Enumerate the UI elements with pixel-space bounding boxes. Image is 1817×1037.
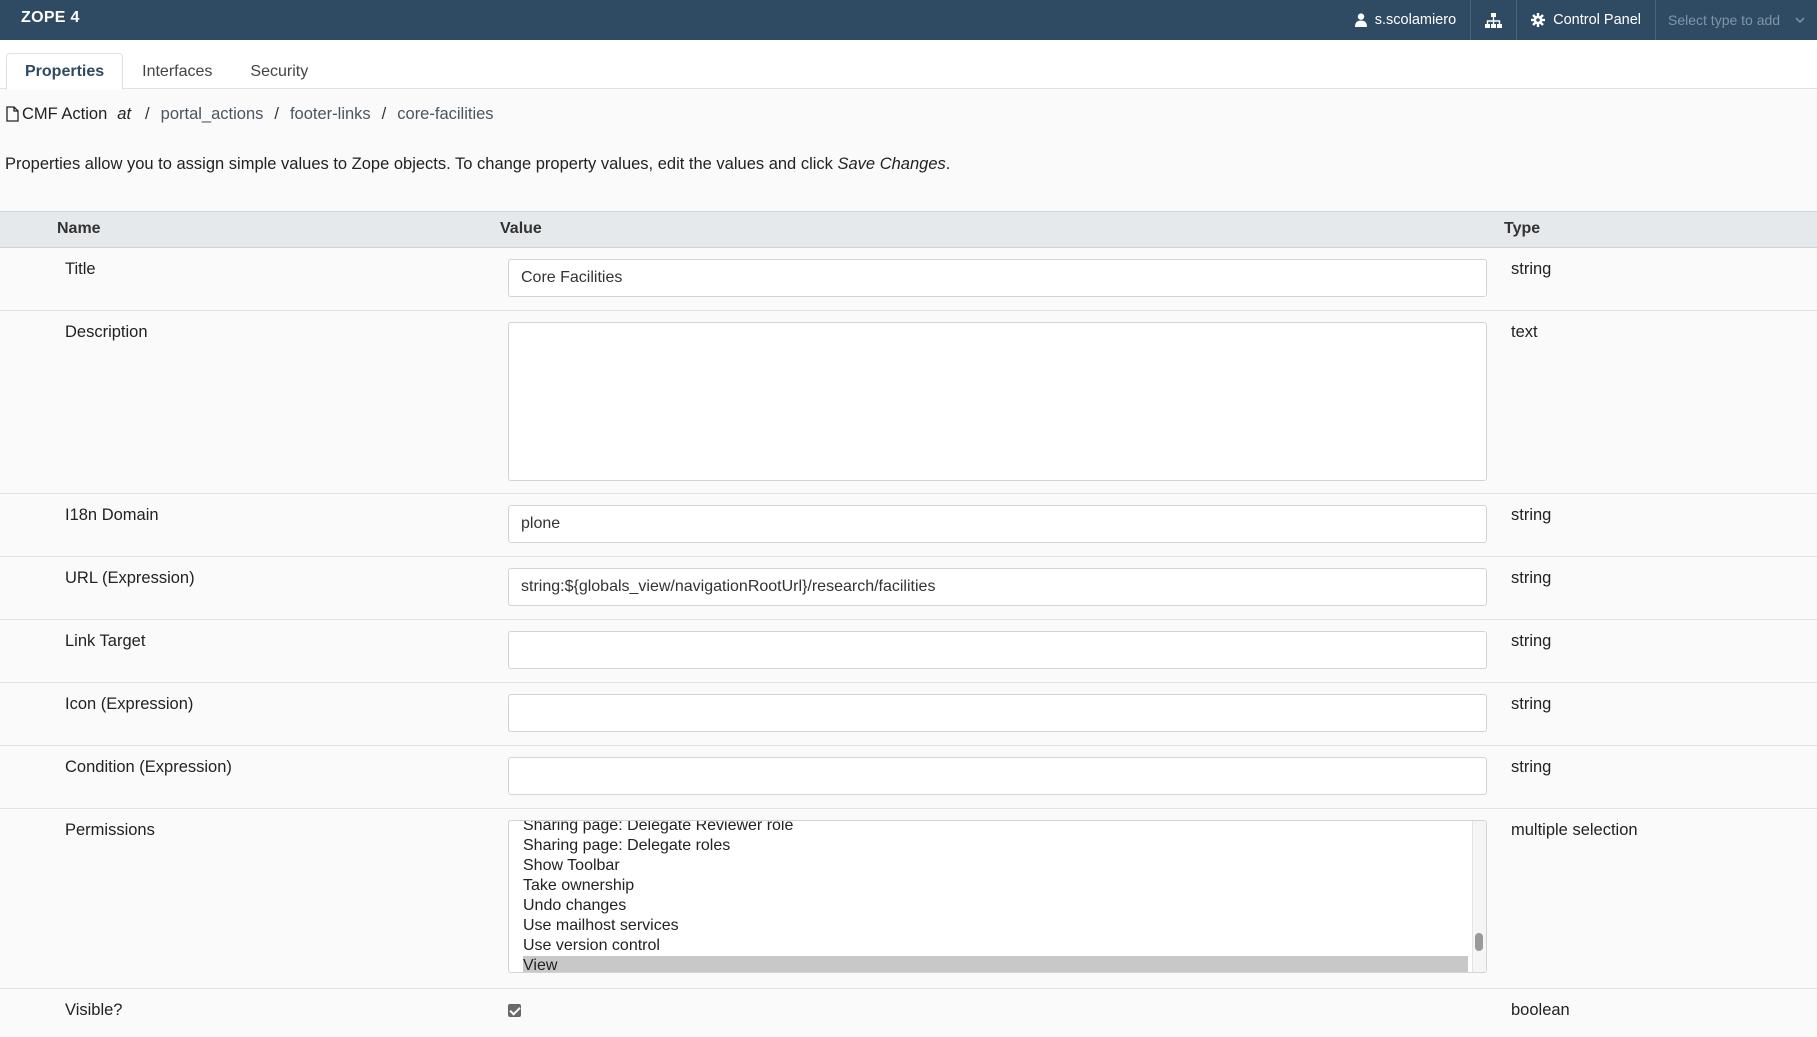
header-name: Name <box>57 220 101 237</box>
tab-interfaces[interactable]: Interfaces <box>123 53 231 89</box>
scrollbar-thumb[interactable] <box>1475 933 1483 951</box>
add-type-select[interactable]: Select type to add <box>1655 0 1817 40</box>
object-type-label: CMF Action <box>22 104 108 123</box>
table-row: Title Core Facilities string <box>0 248 1817 311</box>
condition-expression-input[interactable] <box>508 757 1487 795</box>
table-header: Name Value Type <box>0 211 1817 248</box>
table-row: Visible? boolean <box>0 989 1817 1037</box>
property-type: string <box>1511 506 1552 524</box>
permission-option[interactable]: Sharing page: Delegate Reviewer role <box>523 821 1468 836</box>
property-type: string <box>1511 632 1552 650</box>
property-name: I18n Domain <box>65 506 159 524</box>
breadcrumb-at: at <box>117 104 132 123</box>
breadcrumb-separator: / <box>274 104 279 123</box>
icon-expression-input[interactable] <box>508 694 1487 732</box>
username: s.scolamiero <box>1374 12 1457 28</box>
tab-properties[interactable]: Properties <box>6 53 124 90</box>
property-type: string <box>1511 260 1552 278</box>
property-name: Condition (Expression) <box>65 758 232 776</box>
property-name: URL (Expression) <box>65 569 195 587</box>
listbox-scrollbar[interactable] <box>1472 821 1486 972</box>
chevron-down-icon <box>1795 17 1805 23</box>
breadcrumb-portal-actions[interactable]: portal_actions <box>161 105 264 124</box>
tabs-bar: Properties Interfaces Security <box>0 40 1817 90</box>
intro-emphasis: Save Changes <box>837 155 946 173</box>
url-expression-input[interactable]: string:${globals_view/navigationRootUrl}… <box>508 568 1487 606</box>
permissions-multiselect[interactable]: Sharing page: Delegate Reviewer role Sha… <box>508 820 1487 973</box>
intro-body: Properties allow you to assign simple va… <box>5 155 838 173</box>
property-type: string <box>1511 569 1552 587</box>
property-type: string <box>1511 758 1552 776</box>
property-name: Icon (Expression) <box>65 695 194 713</box>
permission-option[interactable]: Show Toolbar <box>523 856 1468 876</box>
breadcrumb-separator: / <box>145 104 150 123</box>
table-row: URL (Expression) string:${globals_view/n… <box>0 557 1817 620</box>
property-type: multiple selection <box>1511 821 1638 839</box>
permission-option-selected[interactable]: View <box>523 956 1468 972</box>
permission-option[interactable]: Use version control <box>523 936 1468 956</box>
permissions-options: Sharing page: Delegate Reviewer role Sha… <box>523 821 1468 972</box>
permission-option[interactable]: Use mailhost services <box>523 916 1468 936</box>
property-type: boolean <box>1511 1001 1570 1019</box>
permission-option[interactable]: Take ownership <box>523 876 1468 896</box>
brand-logo[interactable]: ZOPE 4 <box>21 9 80 27</box>
user-menu[interactable]: s.scolamiero <box>1341 0 1470 40</box>
sitemap-icon <box>1485 12 1503 28</box>
visible-checkbox[interactable] <box>508 1004 521 1017</box>
property-name: Permissions <box>65 821 155 839</box>
description-textarea[interactable] <box>508 322 1487 481</box>
gear-icon <box>1531 13 1546 27</box>
header-value: Value <box>500 220 542 237</box>
top-navbar: ZOPE 4 s.scolamiero Control Panel Select… <box>0 0 1817 40</box>
intro-text: Properties allow you to assign simple va… <box>5 155 950 174</box>
property-type: text <box>1511 323 1538 341</box>
control-panel-button[interactable]: Control Panel <box>1516 0 1655 40</box>
file-icon <box>6 106 19 122</box>
intro-end: . <box>945 155 951 173</box>
table-row: Icon (Expression) string <box>0 683 1817 746</box>
sitemap-button[interactable] <box>1470 0 1516 40</box>
topbar-actions: s.scolamiero Control Panel Select type t… <box>1341 0 1817 40</box>
property-name: Link Target <box>65 632 146 650</box>
table-row: Permissions Sharing page: Delegate Revie… <box>0 809 1817 989</box>
tab-list: Properties Interfaces Security <box>6 53 327 90</box>
breadcrumb-separator: / <box>381 104 387 123</box>
permission-option[interactable]: Sharing page: Delegate roles <box>523 836 1468 856</box>
table-row: Condition (Expression) string <box>0 746 1817 809</box>
properties-table: Name Value Type Title Core Facilities st… <box>0 211 1817 1037</box>
control-panel-label: Control Panel <box>1553 12 1641 28</box>
breadcrumb-core-facilities[interactable]: core-facilities <box>397 105 493 124</box>
breadcrumb: CMF Action at / portal_actions / footer-… <box>6 102 494 126</box>
property-name: Title <box>65 260 96 278</box>
property-type: string <box>1511 695 1552 713</box>
add-type-placeholder: Select type to add <box>1668 12 1781 28</box>
table-row: Link Target string <box>0 620 1817 683</box>
property-name: Description <box>65 323 148 341</box>
tab-security[interactable]: Security <box>231 53 327 89</box>
user-icon <box>1354 13 1367 27</box>
header-type: Type <box>1504 220 1541 237</box>
breadcrumb-footer-links[interactable]: footer-links <box>290 105 371 124</box>
table-row: Description text <box>0 311 1817 494</box>
title-input[interactable]: Core Facilities <box>508 259 1487 297</box>
table-row: I18n Domain plone string <box>0 494 1817 557</box>
property-name: Visible? <box>65 1001 123 1019</box>
i18n-domain-input[interactable]: plone <box>508 505 1487 543</box>
link-target-input[interactable] <box>508 631 1487 669</box>
permission-option[interactable]: Undo changes <box>523 896 1468 916</box>
